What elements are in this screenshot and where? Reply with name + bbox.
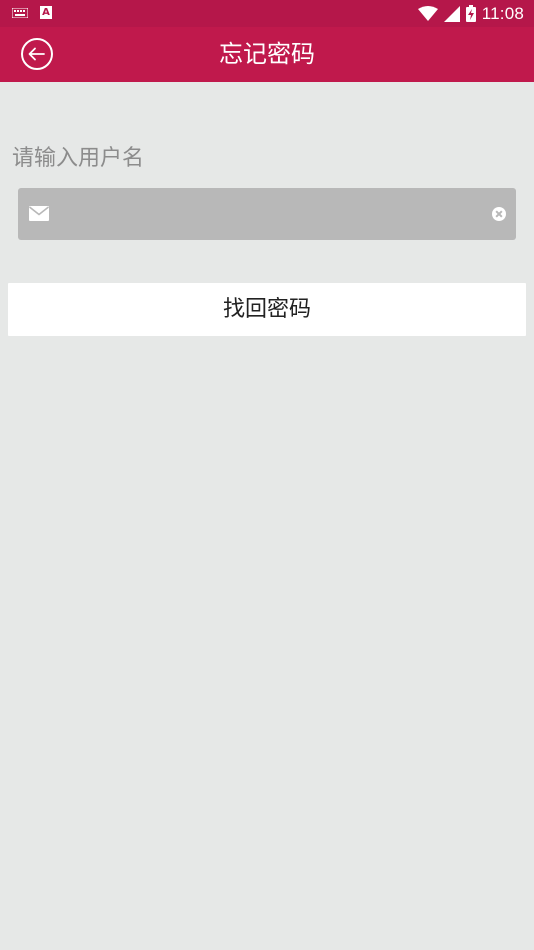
battery-charging-icon bbox=[465, 5, 476, 22]
notification-icons: A bbox=[12, 6, 52, 19]
username-label: 请输入用户名 bbox=[12, 146, 145, 171]
clear-icon[interactable] bbox=[492, 207, 506, 221]
keyboard-icon bbox=[12, 7, 28, 18]
mail-icon bbox=[29, 206, 49, 221]
app-bar: 忘记密码 bbox=[0, 27, 534, 82]
back-button[interactable] bbox=[21, 38, 53, 70]
wifi-icon bbox=[417, 5, 438, 21]
status-bar: A 11:08 bbox=[0, 0, 534, 27]
page-title: 忘记密码 bbox=[219, 40, 315, 68]
cell-signal-icon bbox=[443, 5, 460, 22]
username-input[interactable] bbox=[62, 188, 482, 240]
back-arrow-icon bbox=[28, 47, 45, 61]
a-icon: A bbox=[40, 6, 52, 19]
status-time: 11:08 bbox=[481, 3, 524, 23]
recover-password-button[interactable]: 找回密码 bbox=[8, 283, 526, 336]
username-field[interactable] bbox=[18, 188, 516, 240]
system-icons: 11:08 bbox=[417, 3, 524, 24]
